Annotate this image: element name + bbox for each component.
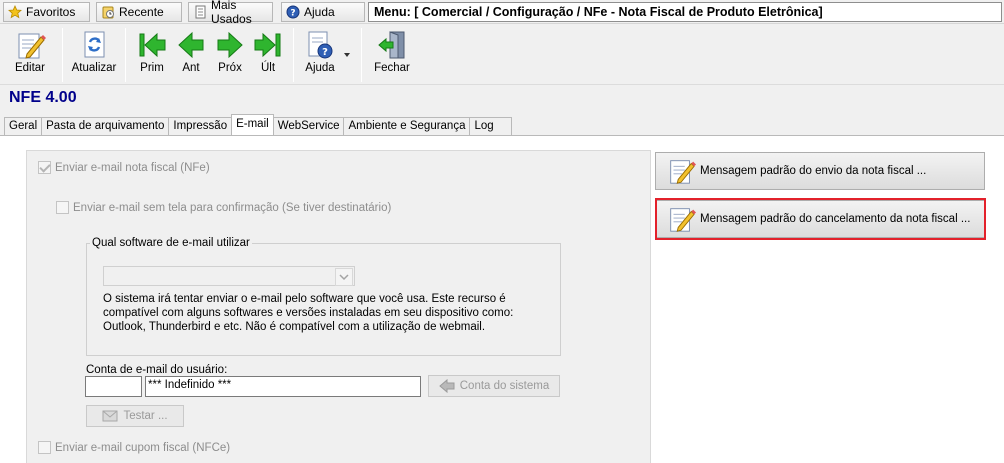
toolbar-separator [361,28,362,82]
page-title: NFE 4.00 [9,89,77,106]
tab-bar: Geral Pasta de arquivamento Impressão E-… [4,114,513,136]
conta-sistema-label: Conta do sistema [459,380,550,392]
edit-icon [18,33,46,59]
help-document-icon: ? [308,31,333,59]
favoritos-label: Favoritos [26,5,76,19]
software-info-text: O sistema irá tentar enviar o e-mail pel… [103,293,514,333]
mail-icon [102,410,118,422]
chevron-down-icon [344,53,350,57]
prim-label: Prim [140,62,164,74]
enviar-nfe-option[interactable]: Enviar e-mail nota fiscal (NFe) [38,161,210,174]
highlight-box [655,198,986,240]
enviar-nfe-label: Enviar e-mail nota fiscal (NFe) [55,161,210,174]
conta-value-field[interactable]: *** Indefinido *** [145,376,421,397]
testar-label: Testar ... [123,410,168,422]
testar-button[interactable]: Testar ... [86,405,184,427]
svg-text:?: ? [290,9,295,19]
software-select[interactable] [103,266,355,286]
mais-usados-button[interactable]: Mais Usados [188,0,273,26]
ult-button[interactable]: Últ [250,27,286,83]
atualizar-button[interactable]: Atualizar [70,27,118,83]
enviar-nfce-option[interactable]: Enviar e-mail cupom fiscal (NFCe) [38,441,230,454]
enviar-nfce-label: Enviar e-mail cupom fiscal (NFCe) [55,441,231,454]
fechar-label: Fechar [374,62,410,74]
tab-geral[interactable]: Geral [4,117,43,136]
first-record-icon [139,32,166,58]
tab-impressao[interactable]: Impressão [168,117,233,136]
tab-log[interactable]: Log [469,117,513,136]
editar-label: Editar [14,62,46,74]
enviar-sem-tela-option[interactable]: Enviar e-mail sem tela para confirmação … [56,201,391,214]
software-group-title: Qual software de e-mail utilizar [90,237,252,249]
ult-label: Últ [260,62,276,74]
conta-code-input[interactable] [85,376,142,397]
editar-button[interactable]: Editar [7,27,53,83]
conta-label: Conta de e-mail do usuário: [86,364,228,376]
ajuda-dropdown-arrow[interactable] [343,48,351,57]
ajuda-top-button[interactable]: ? Ajuda [281,2,365,22]
next-record-icon [217,31,243,59]
favoritos-button[interactable]: Favoritos [3,2,90,22]
menu-path: Menu: [ Comercial / Configuração / NFe -… [368,2,1002,22]
ajuda-toolbar-label: Ajuda [305,62,335,74]
prox-label: Próx [218,62,242,74]
conta-sistema-button[interactable]: Conta do sistema [428,375,560,397]
recente-label: Recente [119,5,164,19]
mais-usados-label: Mais Usados [211,0,252,26]
last-record-icon [254,32,281,58]
tab-ambiente-e-seguranca[interactable]: Ambiente e Segurança [343,117,471,136]
toolbar-separator [293,28,294,82]
ajuda-toolbar-button[interactable]: ? Ajuda [300,27,340,83]
recente-button[interactable]: Recente [96,2,182,22]
refresh-icon [84,31,105,58]
arrow-left-icon [438,379,455,393]
tab-webservice[interactable]: WebService [272,117,345,136]
document-icon [193,5,207,19]
atualizar-label: Atualizar [71,62,117,74]
msg-envio-button[interactable]: Mensagem padrão do envio da nota fiscal … [655,152,985,190]
ant-button[interactable]: Ant [173,27,209,83]
recent-icon [101,5,115,19]
help-icon: ? [286,5,300,19]
chevron-down-icon[interactable] [335,268,353,286]
enviar-nfe-checkbox[interactable] [38,161,51,174]
enviar-sem-tela-checkbox[interactable] [56,201,69,214]
msg-envio-label: Mensagem padrão do envio da nota fiscal … [700,165,927,177]
prim-button[interactable]: Prim [134,27,170,83]
svg-text:?: ? [322,47,328,58]
toolbar-separator [125,28,126,82]
fechar-button[interactable]: Fechar [370,27,414,83]
ajuda-top-label: Ajuda [304,5,335,19]
enviar-sem-tela-label: Enviar e-mail sem tela para confirmação … [73,201,392,214]
star-icon [8,5,22,19]
toolbar-separator [62,28,63,82]
exit-door-icon [378,31,405,59]
enviar-nfce-checkbox[interactable] [38,441,51,454]
tab-pasta-de-arquivamento[interactable]: Pasta de arquivamento [41,117,170,136]
ant-label: Ant [182,62,200,74]
prox-button[interactable]: Próx [212,27,248,83]
tab-email[interactable]: E-mail [231,114,274,135]
previous-record-icon [178,31,204,59]
edit-message-icon [670,160,696,184]
